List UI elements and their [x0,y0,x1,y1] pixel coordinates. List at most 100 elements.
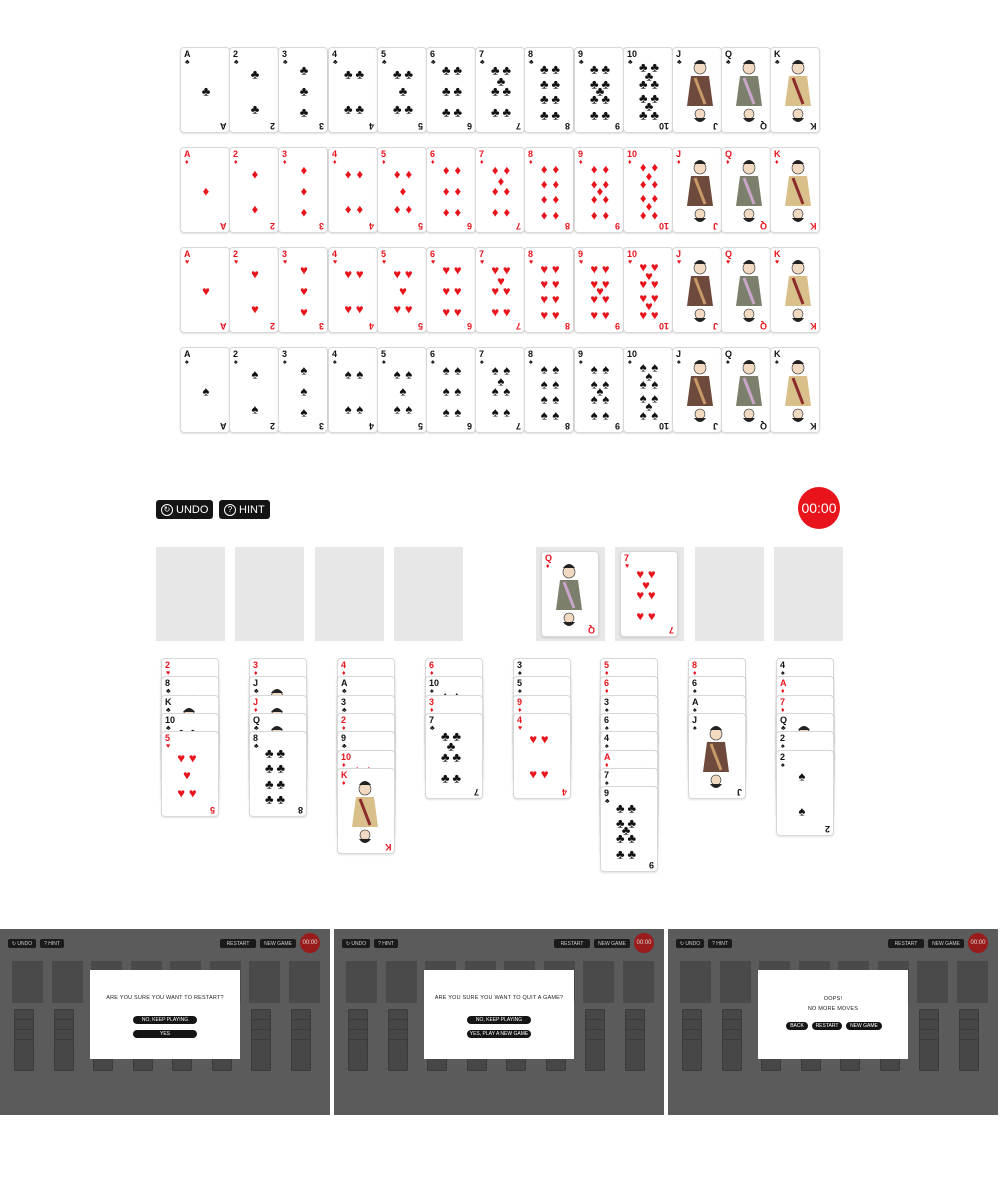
restart-button[interactable]: RESTART [554,939,590,948]
undo-button[interactable]: ↻ UNDO [156,500,214,519]
card-k-spade-deck[interactable]: K ♠ K [770,347,820,433]
card-k-club-deck[interactable]: K ♣ K [770,47,820,133]
hint-button[interactable]: ? HINT [708,939,732,948]
card-back [387,1039,408,1071]
card-10-spade-deck[interactable]: 10 ♠ ♠ ♠ ♠ ♠ ♠ ♠ ♠ ♠ ♠ ♠ 10 [623,347,673,433]
card-q-club-deck[interactable]: Q ♣ Q [721,47,771,133]
card-9-club[interactable]: 9♣♣♣♣♣♣♣♣♣♣9 [600,786,658,873]
hint-button[interactable]: ? HINT [374,939,398,948]
card-9-heart-deck[interactable]: 9 ♥ ♥ ♥ ♥ ♥ ♥ ♥ ♥ ♥ ♥ 9 [574,247,624,333]
card-q-diamond-deck[interactable]: Q ♦ Q [721,147,771,233]
card-5-heart-deck[interactable]: 5 ♥ ♥ ♥ ♥ ♥ ♥ 5 [377,247,427,333]
card-4-club-deck[interactable]: 4 ♣ ♣ ♣ ♣ ♣ 4 [328,47,378,133]
card-rank: 4 [341,660,347,670]
card-3-diamond-deck[interactable]: 3 ♦ ♦ ♦ ♦ 3 [278,147,328,233]
card-a-diamond-deck[interactable]: A ♦ ♦ A [180,147,230,233]
card-a-club-deck[interactable]: A ♣ ♣ A [180,47,230,133]
card-8-club-deck[interactable]: 8 ♣ ♣ ♣ ♣ ♣ ♣ ♣ ♣ ♣ 8 [524,47,574,133]
card-7-spade-deck[interactable]: 7 ♠ ♠ ♠ ♠ ♠ ♠ ♠ ♠ 7 [475,347,525,433]
card-2-heart-deck[interactable]: 2 ♥ ♥ ♥ 2 [229,247,279,333]
card-3-club-deck[interactable]: 3 ♣ ♣ ♣ ♣ 3 [278,47,328,133]
foundation-slot[interactable] [695,547,764,641]
card-back [585,1039,605,1071]
card-j-spade-deck[interactable]: J ♠ J [672,347,722,433]
heart-pip-icon: ♥ [636,608,645,624]
card-j-club-deck[interactable]: J ♣ J [672,47,722,133]
card-4-spade-deck[interactable]: 4 ♠ ♠ ♠ ♠ ♠ 4 [328,347,378,433]
restart-button[interactable]: RESTART [812,1022,842,1030]
heart-pip-icon: ♥ [551,307,560,323]
new-game-button[interactable]: NEW GAME [928,939,964,948]
card-10-diamond-deck[interactable]: 10 ♦ ♦ ♦ ♦ ♦ ♦ ♦ ♦ ♦ ♦ ♦ 10 [623,147,673,233]
card-5-club-deck[interactable]: 5 ♣ ♣ ♣ ♣ ♣ ♣ 5 [377,47,427,133]
card-5-diamond-deck[interactable]: 5 ♦ ♦ ♦ ♦ ♦ ♦ 5 [377,147,427,233]
card-9-club-deck[interactable]: 9 ♣ ♣ ♣ ♣ ♣ ♣ ♣ ♣ ♣ ♣ 9 [574,47,624,133]
confirm-yes-button[interactable]: YES, PLAY A NEW GAME [467,1030,531,1038]
heart-icon: ♥ [775,259,780,266]
card-2-spade[interactable]: 2♠♠♠2 [776,749,834,836]
card-7-diamond-deck[interactable]: 7 ♦ ♦ ♦ ♦ ♦ ♦ ♦ ♦ 7 [475,147,525,233]
card-4-heart-deck[interactable]: 4 ♥ ♥ ♥ ♥ ♥ 4 [328,247,378,333]
freecell-slot[interactable] [315,547,384,641]
confirm-yes-button[interactable]: YES [133,1030,197,1038]
undo-button[interactable]: ↻ UNDO [342,939,370,948]
card-q-heart-deck[interactable]: Q ♥ Q [721,247,771,333]
card-j-diamond-deck[interactable]: J ♦ J [672,147,722,233]
spade-pip-icon: ♠ [552,391,560,407]
card-5-spade-deck[interactable]: 5 ♠ ♠ ♠ ♠ ♠ ♠ 5 [377,347,427,433]
new-game-button[interactable]: NEW GAME [594,939,630,948]
new-game-button[interactable]: NEW GAME [846,1022,882,1030]
new-game-button[interactable]: NEW GAME [260,939,296,948]
hint-button[interactable]: ? HINT [40,939,64,948]
card-q-diamond-foundation[interactable]: Q ♦ Q [541,551,599,637]
restart-button[interactable]: RESTART [220,939,256,948]
club-pip-icon: ♣ [551,91,561,107]
club-icon: ♣ [677,59,682,66]
card-k-heart-deck[interactable]: K ♥ K [770,247,820,333]
card-j-heart-deck[interactable]: J ♥ J [672,247,722,333]
undo-button[interactable]: ↻ UNDO [676,939,704,948]
card-k-diamond[interactable]: K ♦ K [337,767,395,854]
foundation-slot[interactable] [774,547,843,641]
card-2-spade-deck[interactable]: 2 ♠ ♠ ♠ 2 [229,347,279,433]
card-j-spade[interactable]: J ♠ J [688,712,746,799]
card-6-diamond-deck[interactable]: 6 ♦ ♦ ♦ ♦ ♦ ♦ ♦ 6 [426,147,476,233]
card-6-spade-deck[interactable]: 6 ♠ ♠ ♠ ♠ ♠ ♠ ♠ 6 [426,347,476,433]
club-pip-icon: ♣ [404,66,414,81]
card-a-heart-deck[interactable]: A ♥ ♥ A [180,247,230,333]
card-8-spade-deck[interactable]: 8 ♠ ♠ ♠ ♠ ♠ ♠ ♠ ♠ ♠ 8 [524,347,574,433]
hint-button[interactable]: ? HINT [219,500,270,519]
card-6-heart-deck[interactable]: 6 ♥ ♥ ♥ ♥ ♥ ♥ ♥ 6 [426,247,476,333]
card-9-diamond-deck[interactable]: 9 ♦ ♦ ♦ ♦ ♦ ♦ ♦ ♦ ♦ ♦ 9 [574,147,624,233]
card-rank-corner: 3 [318,321,324,331]
freecell-slot[interactable] [394,547,463,641]
undo-button[interactable]: ↻ UNDO [8,939,36,948]
card-5-heart[interactable]: 5 ♥ ♥ ♥ ♥ ♥ ♥ 5 [161,731,219,818]
freecell-slot[interactable] [235,547,304,641]
card-2-club-deck[interactable]: 2 ♣ ♣ ♣ 2 [229,47,279,133]
freecell-slot[interactable] [156,547,225,641]
card-q-spade-deck[interactable]: Q ♠ Q [721,347,771,433]
keep-playing-button[interactable]: NO, KEEP PLAYING [133,1016,197,1024]
card-8-club[interactable]: 8♣♣♣♣♣♣♣♣♣8 [249,731,307,818]
card-8-diamond-deck[interactable]: 8 ♦ ♦ ♦ ♦ ♦ ♦ ♦ ♦ ♦ 8 [524,147,574,233]
card-9-spade-deck[interactable]: 9 ♠ ♠ ♠ ♠ ♠ ♠ ♠ ♠ ♠ ♠ 9 [574,347,624,433]
card-7-club[interactable]: 7 ♣ ♣ ♣ ♣ ♣ ♣ ♣ ♣ 7 [425,712,483,799]
card-a-spade-deck[interactable]: A ♠ ♠ A [180,347,230,433]
card-4-heart[interactable]: 4 ♥ ♥ ♥ ♥ ♥ 4 [513,712,571,799]
card-7-club-deck[interactable]: 7 ♣ ♣ ♣ ♣ ♣ ♣ ♣ ♣ 7 [475,47,525,133]
card-6-club-deck[interactable]: 6 ♣ ♣ ♣ ♣ ♣ ♣ ♣ 6 [426,47,476,133]
card-7-heart-foundation[interactable]: 7 ♥ ♥ ♥ ♥ ♥ ♥ ♥ ♥ 7 [620,551,678,637]
card-k-diamond-deck[interactable]: K ♦ K [770,147,820,233]
card-3-heart-deck[interactable]: 3 ♥ ♥ ♥ ♥ 3 [278,247,328,333]
card-10-club-deck[interactable]: 10 ♣ ♣ ♣ ♣ ♣ ♣ ♣ ♣ ♣ ♣ ♣ 10 [623,47,673,133]
card-8-heart-deck[interactable]: 8 ♥ ♥ ♥ ♥ ♥ ♥ ♥ ♥ ♥ 8 [524,247,574,333]
restart-button[interactable]: RESTART [888,939,924,948]
card-3-spade-deck[interactable]: 3 ♠ ♠ ♠ ♠ 3 [278,347,328,433]
back-button[interactable]: BACK [786,1022,808,1030]
card-7-heart-deck[interactable]: 7 ♥ ♥ ♥ ♥ ♥ ♥ ♥ ♥ 7 [475,247,525,333]
card-4-diamond-deck[interactable]: 4 ♦ ♦ ♦ ♦ ♦ 4 [328,147,378,233]
keep-playing-button[interactable]: NO, KEEP PLAYING [467,1016,531,1024]
card-10-heart-deck[interactable]: 10 ♥ ♥ ♥ ♥ ♥ ♥ ♥ ♥ ♥ ♥ ♥ 10 [623,247,673,333]
card-2-diamond-deck[interactable]: 2 ♦ ♦ ♦ 2 [229,147,279,233]
